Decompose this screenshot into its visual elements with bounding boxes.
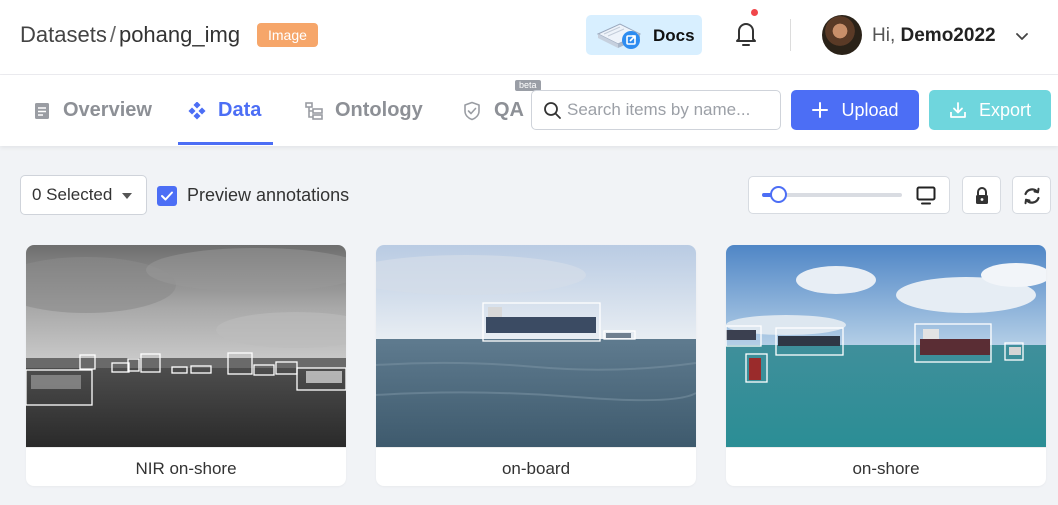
bell-icon[interactable] [732,18,760,48]
selected-count-label: 0 Selected [32,185,113,204]
tab-ontology-label: Ontology [335,99,423,121]
monitor-icon[interactable] [916,186,936,205]
preview-annotations-checkbox[interactable] [157,186,177,206]
search-box [531,90,781,130]
tab-data-label: Data [218,99,262,121]
greeting-prefix: Hi, [872,25,896,46]
selection-dropdown[interactable]: 0 Selected [20,175,147,215]
diamond-grid-icon [188,101,206,120]
username: Demo2022 [900,25,996,46]
upload-label: Upload [841,99,899,120]
dataset-type-badge: Image [257,23,318,47]
onshore-image [726,245,1046,447]
breadcrumb: Datasets / pohang_img [20,22,240,48]
docs-label: Docs [653,26,695,45]
onboard-image [376,245,696,447]
tab-overview[interactable]: Overview [33,75,152,146]
lock-button[interactable] [962,176,1001,214]
image-caption: on-shore [726,447,1046,486]
image-thumbnail [376,245,696,447]
image-card[interactable]: NIR on-shore [26,245,346,486]
image-thumbnail [26,245,346,447]
thumbnail-size-control [748,176,950,214]
image-card[interactable]: on-shore [726,245,1046,486]
image-thumbnail [726,245,1046,447]
tab-data[interactable]: Data [188,75,261,146]
export-button[interactable]: Export [929,90,1051,130]
refresh-button[interactable] [1012,176,1051,214]
notification-dot [751,9,758,16]
export-label: Export [978,99,1032,120]
active-tab-indicator [178,142,273,145]
zoom-slider-track[interactable] [762,186,902,203]
upload-button[interactable]: Upload [791,90,919,130]
image-caption: on-board [376,447,696,486]
avatar[interactable] [822,15,862,55]
chevron-down-icon[interactable] [1014,28,1030,44]
nir-onshore-image [26,245,346,447]
tab-ontology[interactable]: Ontology [305,75,423,146]
refresh-icon [1024,187,1040,205]
docs-book-icon [596,23,642,49]
header-divider [790,19,791,51]
caret-down-icon [122,193,132,199]
search-input[interactable] [567,99,772,121]
preview-annotations-label[interactable]: Preview annotations [187,185,349,206]
breadcrumb-separator: / [109,22,116,47]
breadcrumb-current: pohang_img [118,22,241,47]
image-caption: NIR on-shore [26,447,346,486]
search-icon [544,102,561,119]
plus-icon [812,102,829,118]
user-greeting[interactable]: Hi, Demo2022 [872,25,996,47]
lock-icon [976,187,988,204]
tab-qa-label: QA [494,99,524,121]
check-icon [161,191,173,201]
download-icon [950,102,966,118]
hierarchy-icon [305,101,323,120]
image-card[interactable]: on-board [376,245,696,486]
top-header: Datasets / pohang_img Image Docs Hi, Dem… [0,0,1058,75]
breadcrumb-root-link[interactable]: Datasets [20,22,107,48]
docs-button[interactable]: Docs [586,15,702,55]
tab-overview-label: Overview [63,99,152,121]
document-icon [35,102,49,119]
shield-check-icon [464,101,480,120]
zoom-slider-thumb[interactable] [770,186,787,203]
